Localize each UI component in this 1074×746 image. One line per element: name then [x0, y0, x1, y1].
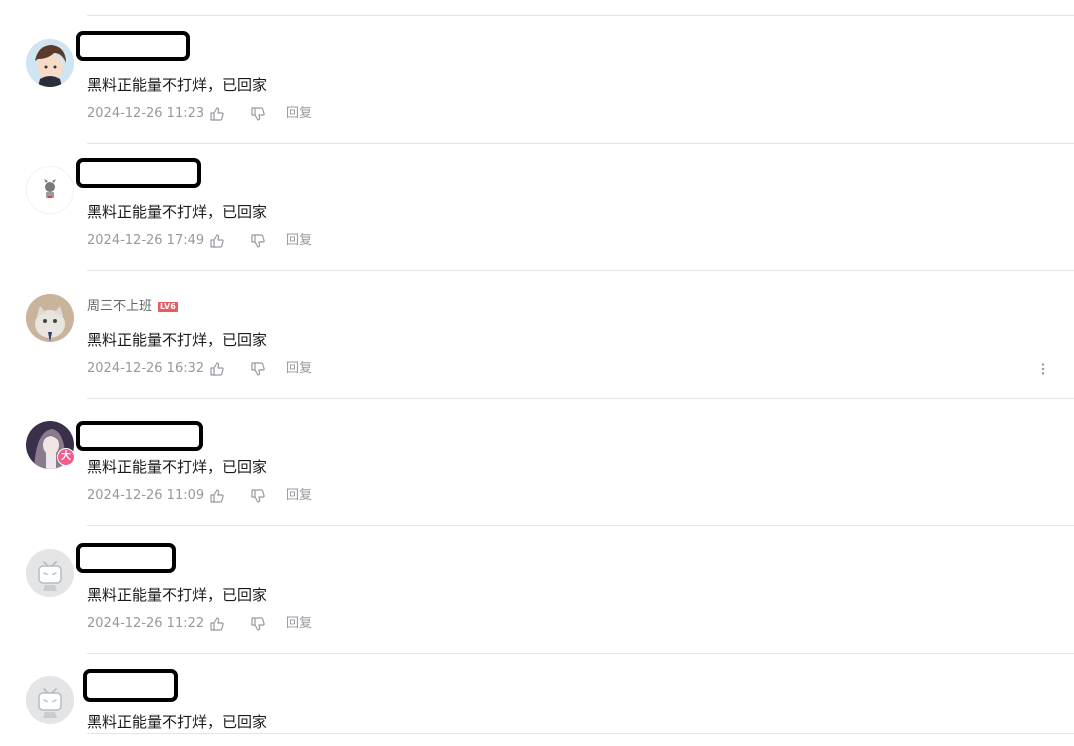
comment-text: 黑料正能量不打烊，已回家 — [87, 76, 268, 94]
comment-time: 2024-12-26 17:49 — [87, 233, 205, 248]
reply-button[interactable]: 回复 — [286, 616, 312, 632]
comment-item: 大 黑料正能量不打烊，已回家 2024-12-26 11:09 回复 — [0, 399, 1074, 526]
comment-text: 黑料正能量不打烊，已回家 — [87, 713, 268, 731]
avatar[interactable] — [26, 676, 74, 724]
avatar[interactable] — [26, 549, 74, 597]
avatar[interactable] — [26, 39, 74, 87]
comment-item: 黑料正能量不打烊，已回家 2024-12-26 17:49 回复 — [0, 144, 1074, 271]
comment-time: 2024-12-26 16:32 — [87, 361, 205, 376]
comment-list: 黑料正能量不打烊，已回家 2024-12-26 11:23 回复 黑料正能量不打… — [0, 0, 1074, 746]
dislike-icon[interactable] — [250, 616, 266, 632]
divider — [87, 270, 1074, 271]
level-badge: LV6 — [158, 302, 178, 312]
divider — [87, 733, 1074, 734]
redacted-username — [76, 421, 203, 451]
divider — [87, 15, 1074, 16]
comment-text: 黑料正能量不打烊，已回家 — [87, 458, 268, 476]
username[interactable]: 周三不上班 LV6 — [87, 299, 178, 315]
small-figure-avatar-icon — [27, 167, 73, 213]
anime-boy-avatar-icon — [26, 39, 74, 87]
dislike-icon[interactable] — [250, 233, 266, 249]
divider — [87, 525, 1074, 526]
comment-time: 2024-12-26 11:22 — [87, 616, 205, 631]
comment-item: 黑料正能量不打烊，已回家 — [0, 654, 1074, 734]
comment-text: 黑料正能量不打烊，已回家 — [87, 586, 268, 604]
reply-button[interactable]: 回复 — [286, 488, 312, 504]
comment-item: 黑料正能量不打烊，已回家 2024-12-26 11:22 回复 — [0, 527, 1074, 654]
reply-button[interactable]: 回复 — [286, 361, 312, 377]
default-tv-avatar-icon — [26, 676, 74, 724]
like-icon[interactable] — [209, 361, 225, 377]
redacted-username — [76, 31, 190, 61]
comment-time: 2024-12-26 11:23 — [87, 106, 205, 121]
cat-avatar-icon — [26, 294, 74, 342]
redacted-username — [76, 543, 176, 573]
like-icon[interactable] — [209, 106, 225, 122]
dislike-icon[interactable] — [250, 488, 266, 504]
redacted-username — [76, 158, 201, 188]
comment-text: 黑料正能量不打烊，已回家 — [87, 203, 268, 221]
comment-item: 黑料正能量不打烊，已回家 2024-12-26 11:23 回复 — [0, 17, 1074, 144]
reply-button[interactable]: 回复 — [286, 106, 312, 122]
username-text[interactable]: 周三不上班 — [87, 299, 152, 314]
dislike-icon[interactable] — [250, 106, 266, 122]
default-tv-avatar-icon — [26, 549, 74, 597]
comment-item: 周三不上班 LV6 黑料正能量不打烊，已回家 2024-12-26 16:32 回… — [0, 272, 1074, 399]
avatar[interactable] — [26, 294, 74, 342]
like-icon[interactable] — [209, 488, 225, 504]
vip-badge: 大 — [57, 448, 75, 466]
reply-button[interactable]: 回复 — [286, 233, 312, 249]
like-icon[interactable] — [209, 616, 225, 632]
like-icon[interactable] — [209, 233, 225, 249]
comment-time: 2024-12-26 11:09 — [87, 488, 205, 503]
redacted-username — [83, 669, 178, 702]
more-options-icon[interactable] — [1036, 361, 1050, 377]
comment-text: 黑料正能量不打烊，已回家 — [87, 331, 268, 349]
dislike-icon[interactable] — [250, 361, 266, 377]
avatar[interactable] — [26, 166, 74, 214]
